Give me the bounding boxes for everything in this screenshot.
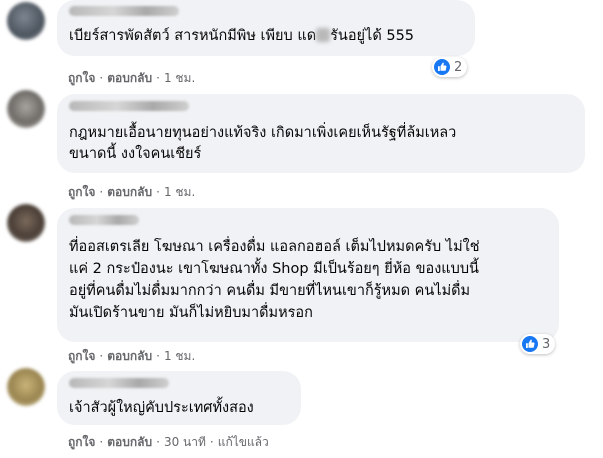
separator-dot: · bbox=[99, 349, 104, 363]
reaction-badge[interactable]: 3 bbox=[520, 334, 556, 354]
comment-timestamp[interactable]: 1 ชม. bbox=[164, 185, 195, 199]
separator-dot: · bbox=[99, 71, 104, 85]
comment-text-line: อยู่ที่คนดื่มไม่ดื่มมากกว่า คนดื่ม มีขาย… bbox=[69, 283, 471, 299]
like-link[interactable]: ถูกใจ bbox=[68, 185, 95, 199]
comment-timestamp[interactable]: 30 นาที bbox=[164, 435, 206, 449]
like-link[interactable]: ถูกใจ bbox=[68, 349, 95, 363]
comment-text-line: ขนาดนี้ งงใจคนเชียร์ bbox=[69, 146, 202, 162]
comment-text: เบียร์สารพัดสัตว์ สารหนักมีพิษ เพียบ แด ร… bbox=[69, 26, 414, 47]
like-thumb-icon bbox=[522, 336, 538, 352]
comment-actions: ถูกใจ · ตอบกลับ · 1 ชม. bbox=[68, 183, 195, 202]
censored-word bbox=[316, 28, 331, 42]
comment-actions: ถูกใจ · ตอบกลับ · 1 ชม. bbox=[68, 69, 195, 88]
separator-dot: · bbox=[156, 349, 160, 363]
reaction-count: 2 bbox=[454, 59, 463, 75]
comment-text-line: ที่ออสเตรเลีย โฆษณา เครื่องดื่ม แอลกอฮอล… bbox=[69, 239, 480, 255]
like-link[interactable]: ถูกใจ bbox=[68, 435, 95, 449]
comment-bubble: เบียร์สารพัดสัตว์ สารหนักมีพิษ เพียบ แด ร… bbox=[57, 0, 475, 56]
reply-link[interactable]: ตอบกลับ bbox=[107, 435, 152, 449]
avatar[interactable] bbox=[7, 368, 45, 406]
author-name-blurred[interactable] bbox=[69, 378, 169, 388]
separator-dot: · bbox=[156, 185, 160, 199]
comment-timestamp[interactable]: 1 ชม. bbox=[164, 349, 195, 363]
comment-bubble: ที่ออสเตรเลีย โฆษณา เครื่องดื่ม แอลกอฮอล… bbox=[57, 208, 559, 342]
comment-bubble: เจ้าสัวผู้ใหญ่คับประเทศทั้งสอง bbox=[57, 371, 301, 425]
reply-link[interactable]: ตอบกลับ bbox=[107, 185, 152, 199]
comment-actions: ถูกใจ · ตอบกลับ · 1 ชม. bbox=[68, 347, 195, 366]
comment-text-line: เจ้าสัวผู้ใหญ่คับประเทศทั้งสอง bbox=[69, 400, 254, 416]
edited-label: แก้ไขแล้ว bbox=[217, 435, 269, 449]
reply-link[interactable]: ตอบกลับ bbox=[107, 349, 152, 363]
reply-link[interactable]: ตอบกลับ bbox=[107, 71, 152, 85]
separator-dot: · bbox=[99, 435, 104, 449]
separator-dot: · bbox=[156, 435, 160, 449]
comment-actions: ถูกใจ · ตอบกลับ · 30 นาที · แก้ไขแล้ว bbox=[68, 433, 269, 452]
avatar[interactable] bbox=[7, 204, 45, 242]
comment-text: ที่ออสเตรเลีย โฆษณา เครื่องดื่ม แอลกอฮอล… bbox=[69, 236, 480, 324]
like-link[interactable]: ถูกใจ bbox=[68, 71, 95, 85]
comment-text-line: มันเปิดร้านขาย มันก็ไม่หยิบมาดื่มหรอก bbox=[69, 305, 313, 321]
avatar[interactable] bbox=[7, 90, 45, 128]
comment-text: กฎหมายเอื้อนายทุนอย่างแท้จริง เกิดมาเพิ่… bbox=[69, 123, 456, 165]
avatar[interactable] bbox=[7, 2, 45, 40]
separator-dot: · bbox=[99, 185, 104, 199]
comment-text-line: แค่ 2 กระป๋องนะ เขาโฆษณาทั้ง Shop มีเป็น… bbox=[69, 261, 479, 277]
like-thumb-icon bbox=[434, 59, 450, 75]
separator-dot: · bbox=[209, 435, 214, 449]
author-name-blurred[interactable] bbox=[69, 101, 189, 111]
comment-text-line: รันอยู่ได้ 555 bbox=[330, 28, 415, 44]
comment-text-line: กฎหมายเอื้อนายทุนอย่างแท้จริง เกิดมาเพิ่… bbox=[69, 125, 457, 141]
comment-text: เจ้าสัวผู้ใหญ่คับประเทศทั้งสอง bbox=[69, 398, 254, 419]
author-name-blurred[interactable] bbox=[69, 6, 179, 16]
author-name-blurred[interactable] bbox=[69, 215, 139, 225]
separator-dot: · bbox=[156, 71, 160, 85]
comment-bubble: กฎหมายเอื้อนายทุนอย่างแท้จริง เกิดมาเพิ่… bbox=[57, 94, 585, 173]
comment-text-line: เบียร์สารพัดสัตว์ สารหนักมีพิษ เพียบ แด bbox=[69, 28, 317, 44]
reaction-badge[interactable]: 2 bbox=[432, 57, 468, 77]
comment-timestamp[interactable]: 1 ชม. bbox=[164, 71, 195, 85]
reaction-count: 3 bbox=[542, 336, 551, 352]
